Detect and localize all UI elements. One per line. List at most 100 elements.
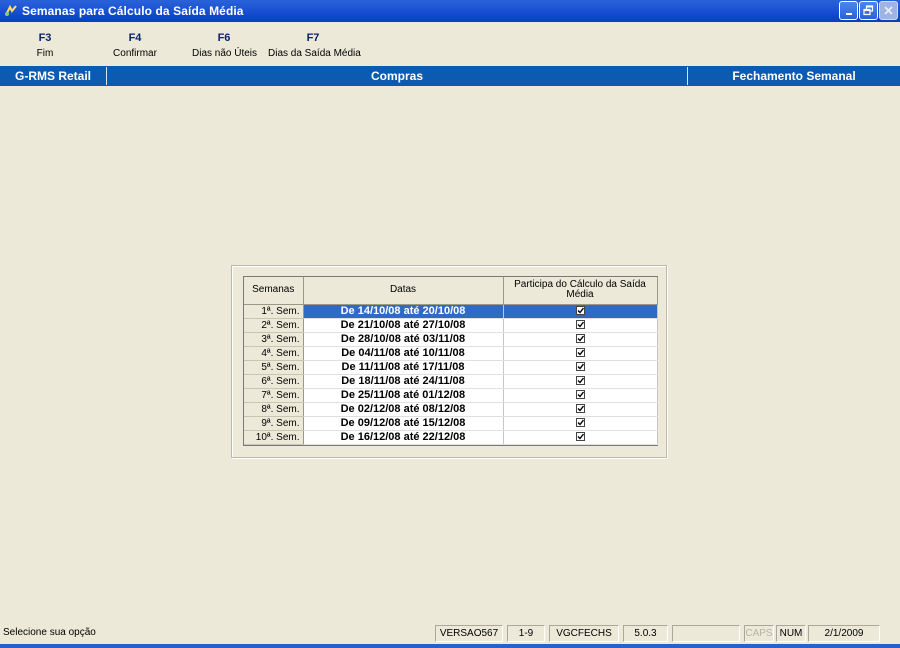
table-row[interactable]: 4ª. Sem. De 04/11/08 até 10/11/08 bbox=[244, 346, 658, 361]
week-dates[interactable]: De 21/10/08 até 27/10/08 bbox=[303, 318, 504, 333]
column-header-semanas[interactable]: Semanas bbox=[244, 277, 304, 305]
fkey-label: Dias não Úteis bbox=[192, 48, 258, 59]
minimize-button[interactable] bbox=[839, 1, 858, 20]
table-row[interactable]: 2ª. Sem. De 21/10/08 até 27/10/08 bbox=[244, 318, 658, 333]
table-row[interactable]: 6ª. Sem. De 18/11/08 até 24/11/08 bbox=[244, 374, 658, 389]
participa-checkbox[interactable] bbox=[575, 334, 585, 344]
participa-checkbox[interactable] bbox=[575, 404, 585, 414]
week-dates[interactable]: De 02/12/08 até 08/12/08 bbox=[303, 402, 504, 417]
week-label: 7ª. Sem. bbox=[244, 388, 304, 403]
participa-checkbox[interactable] bbox=[575, 362, 585, 372]
table-row[interactable]: 1ª. Sem. De 14/10/08 até 20/10/08 bbox=[244, 304, 658, 319]
participa-checkbox[interactable] bbox=[575, 376, 585, 386]
fkey-key: F3 bbox=[38, 32, 52, 44]
week-dates[interactable]: De 04/11/08 até 10/11/08 bbox=[303, 346, 504, 361]
minimize-icon bbox=[845, 12, 852, 15]
participa-cell[interactable] bbox=[503, 360, 658, 375]
title-bar: Semanas para Cálculo da Saída Média bbox=[0, 0, 900, 22]
fkey-f4-button[interactable]: F4 Confirmar bbox=[110, 32, 160, 59]
week-label: 10ª. Sem. bbox=[244, 430, 304, 445]
table-row[interactable]: 9ª. Sem. De 09/12/08 até 15/12/08 bbox=[244, 416, 658, 431]
week-dates[interactable]: De 14/10/08 até 20/10/08 bbox=[303, 304, 504, 319]
participa-checkbox[interactable] bbox=[575, 306, 585, 316]
week-dates[interactable]: De 11/11/08 até 17/11/08 bbox=[303, 360, 504, 375]
participa-checkbox[interactable] bbox=[575, 432, 585, 442]
fkey-label: Fim bbox=[36, 48, 54, 59]
status-message: Selecione sua opção bbox=[3, 627, 96, 638]
fkey-f6-button[interactable]: F6 Dias não Úteis bbox=[192, 32, 258, 59]
participa-checkbox[interactable] bbox=[575, 348, 585, 358]
participa-cell[interactable] bbox=[503, 430, 658, 445]
fkey-label: Dias da Saída Média bbox=[268, 48, 361, 59]
status-num: NUM bbox=[776, 625, 806, 642]
week-dates[interactable]: De 18/11/08 até 24/11/08 bbox=[303, 374, 504, 389]
checkmark-icon bbox=[577, 391, 584, 398]
status-page: 1-9 bbox=[507, 625, 545, 642]
close-icon bbox=[884, 6, 893, 15]
participa-checkbox[interactable] bbox=[575, 390, 585, 400]
status-date: 2/1/2009 bbox=[808, 625, 880, 642]
week-label: 4ª. Sem. bbox=[244, 346, 304, 361]
restore-icon bbox=[863, 5, 874, 16]
table-row[interactable]: 5ª. Sem. De 11/11/08 até 17/11/08 bbox=[244, 360, 658, 375]
week-dates[interactable]: De 25/11/08 até 01/12/08 bbox=[303, 388, 504, 403]
checkmark-icon bbox=[577, 363, 584, 370]
participa-cell[interactable] bbox=[503, 304, 658, 319]
participa-cell[interactable] bbox=[503, 374, 658, 389]
checkmark-icon bbox=[577, 405, 584, 412]
participa-cell[interactable] bbox=[503, 332, 658, 347]
week-dates[interactable]: De 09/12/08 até 15/12/08 bbox=[303, 416, 504, 431]
function-key-toolbar: F3 Fim F4 Confirmar F6 Dias não Úteis F7… bbox=[0, 22, 900, 66]
week-label: 9ª. Sem. bbox=[244, 416, 304, 431]
fkey-label: Confirmar bbox=[113, 48, 157, 59]
checkmark-icon bbox=[577, 419, 584, 426]
checkmark-icon bbox=[577, 335, 584, 342]
status-release: 5.0.3 bbox=[623, 625, 668, 642]
weeks-grid[interactable]: Semanas Datas Participa do Cálculo da Sa… bbox=[243, 276, 658, 446]
fkey-f3-button[interactable]: F3 Fim bbox=[30, 32, 60, 59]
participa-cell[interactable] bbox=[503, 402, 658, 417]
fkey-f7-button[interactable]: F7 Dias da Saída Média bbox=[268, 32, 361, 59]
window-bottom-border bbox=[0, 644, 900, 648]
week-label: 6ª. Sem. bbox=[244, 374, 304, 389]
column-header-datas[interactable]: Datas bbox=[303, 277, 504, 305]
table-row[interactable]: 7ª. Sem. De 25/11/08 até 01/12/08 bbox=[244, 388, 658, 403]
participa-cell[interactable] bbox=[503, 416, 658, 431]
nav-screen: Fechamento Semanal bbox=[732, 69, 856, 83]
participa-cell[interactable] bbox=[503, 346, 658, 361]
status-blank bbox=[672, 625, 740, 642]
participa-cell[interactable] bbox=[503, 388, 658, 403]
checkmark-icon bbox=[577, 377, 584, 384]
checkmark-icon bbox=[577, 321, 584, 328]
week-label: 1ª. Sem. bbox=[244, 304, 304, 319]
fkey-key: F6 bbox=[217, 32, 231, 44]
fkey-key: F4 bbox=[128, 32, 142, 44]
week-label: 2ª. Sem. bbox=[244, 318, 304, 333]
week-dates[interactable]: De 28/10/08 até 03/11/08 bbox=[303, 332, 504, 347]
weeks-panel: Semanas Datas Participa do Cálculo da Sa… bbox=[231, 265, 667, 458]
checkmark-icon bbox=[577, 307, 584, 314]
week-label: 8ª. Sem. bbox=[244, 402, 304, 417]
nav-module: Compras bbox=[370, 69, 423, 83]
week-label: 3ª. Sem. bbox=[244, 332, 304, 347]
table-row[interactable]: 10ª. Sem. De 16/12/08 até 22/12/08 bbox=[244, 430, 658, 445]
restore-button[interactable] bbox=[859, 1, 878, 20]
week-label: 5ª. Sem. bbox=[244, 360, 304, 375]
status-bar: Selecione sua opção VERSAO567 1-9 VGCFEC… bbox=[0, 623, 900, 643]
status-caps: CAPS bbox=[744, 625, 774, 642]
table-row[interactable]: 8ª. Sem. De 02/12/08 até 08/12/08 bbox=[244, 402, 658, 417]
participa-cell[interactable] bbox=[503, 318, 658, 333]
checkmark-icon bbox=[577, 433, 584, 440]
nav-product: G-RMS Retail bbox=[14, 69, 91, 83]
table-row[interactable]: 3ª. Sem. De 28/10/08 até 03/11/08 bbox=[244, 332, 658, 347]
status-program: VGCFECHS bbox=[549, 625, 619, 642]
participa-checkbox[interactable] bbox=[575, 418, 585, 428]
fkey-key: F7 bbox=[306, 32, 320, 44]
window-title: Semanas para Cálculo da Saída Média bbox=[22, 4, 244, 18]
status-version: VERSAO567 bbox=[435, 625, 503, 642]
module-bar: G-RMS Retail Compras Fechamento Semanal bbox=[0, 66, 900, 86]
participa-checkbox[interactable] bbox=[575, 320, 585, 330]
close-button[interactable] bbox=[879, 1, 898, 20]
column-header-participa[interactable]: Participa do Cálculo da Saída Média bbox=[503, 277, 658, 305]
week-dates[interactable]: De 16/12/08 até 22/12/08 bbox=[303, 430, 504, 445]
